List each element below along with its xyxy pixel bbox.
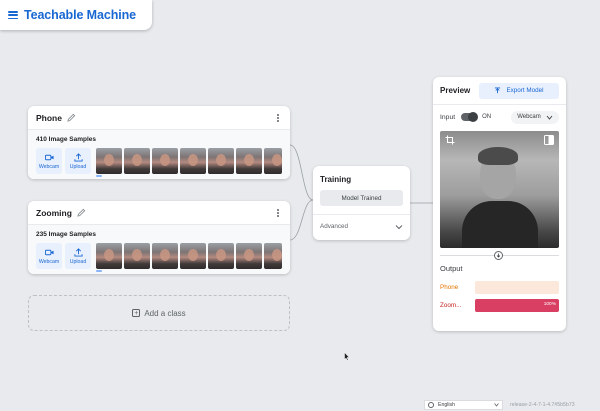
- upload-label: Upload: [69, 258, 87, 265]
- class-body: 410 Image Samples Webcam Upload: [28, 130, 290, 179]
- preview-header: Preview Export Model: [433, 77, 566, 105]
- sample-thumbnail[interactable]: [236, 243, 262, 269]
- sample-thumbnail[interactable]: [208, 243, 234, 269]
- flip-camera-icon[interactable]: [544, 135, 554, 145]
- add-class-label: Add a class: [144, 308, 186, 318]
- input-row: Input ON Webcam: [433, 105, 566, 129]
- globe-icon: [428, 402, 434, 408]
- webcam-label: Webcam: [38, 163, 60, 170]
- upload-button[interactable]: Upload: [65, 243, 91, 269]
- app-bar: Teachable Machine: [0, 0, 152, 30]
- confidence-bar: 100%: [475, 299, 559, 312]
- video-camera-icon: [44, 154, 54, 160]
- advanced-toggle[interactable]: Advanced: [313, 214, 410, 238]
- class-name[interactable]: Zooming: [36, 208, 72, 218]
- sample-thumbnail[interactable]: [264, 243, 282, 269]
- person-body: [462, 201, 538, 248]
- toggle-state-label: ON: [482, 114, 492, 120]
- confidence-percent: 100%: [543, 302, 556, 307]
- release-version: release-2-4-7-1-4.7#5b5b73: [510, 402, 575, 408]
- export-model-button[interactable]: Export Model: [479, 82, 559, 99]
- sample-thumbnail[interactable]: [124, 243, 150, 269]
- sample-thumbnail[interactable]: [152, 243, 178, 269]
- menu-icon[interactable]: [8, 11, 18, 19]
- sample-thumbnail[interactable]: [96, 243, 122, 269]
- sample-thumbnail[interactable]: [236, 148, 262, 174]
- class-card-zooming: Zooming 235 Image Samples Webcam Upload: [28, 201, 290, 274]
- output-row-phone: Phone: [433, 281, 566, 294]
- sample-thumbnail[interactable]: [208, 148, 234, 174]
- input-label: Input: [440, 113, 456, 121]
- source-row: Webcam Upload: [36, 148, 282, 177]
- webcam-preview: [440, 131, 559, 248]
- chevron-down-icon: [494, 403, 499, 407]
- source-row: Webcam Upload: [36, 243, 282, 272]
- person-hair: [478, 147, 518, 165]
- class-name[interactable]: Phone: [36, 113, 62, 123]
- training-title: Training: [320, 175, 352, 184]
- mouse-cursor-icon: [344, 352, 350, 361]
- language-value: English: [438, 402, 456, 408]
- preview-title: Preview: [440, 86, 471, 95]
- webcam-label: Webcam: [38, 258, 60, 265]
- class-header: Zooming: [28, 201, 290, 225]
- add-class-button[interactable]: + Add a class: [28, 295, 290, 331]
- webcam-button[interactable]: Webcam: [36, 243, 62, 269]
- sample-thumbnail[interactable]: [180, 148, 206, 174]
- sample-thumbnail[interactable]: [124, 148, 150, 174]
- preview-divider: [440, 251, 559, 260]
- sample-thumbnail[interactable]: [180, 243, 206, 269]
- advanced-label: Advanced: [320, 223, 349, 230]
- input-toggle[interactable]: [461, 112, 479, 122]
- sample-count: 235 Image Samples: [36, 231, 96, 238]
- language-select[interactable]: English: [424, 400, 503, 410]
- thumbnail-scrollbar[interactable]: [96, 175, 102, 177]
- thumbnail-scrollbar[interactable]: [96, 270, 102, 272]
- output-row-zooming: Zoom... 100%: [433, 299, 566, 312]
- upload-button[interactable]: Upload: [65, 148, 91, 174]
- add-box-icon: +: [132, 309, 141, 317]
- more-options-icon[interactable]: [274, 113, 282, 123]
- upload-icon: [73, 247, 83, 257]
- upload-icon: [73, 152, 83, 162]
- pencil-icon[interactable]: [77, 208, 86, 217]
- crop-icon[interactable]: [445, 135, 455, 145]
- more-options-icon[interactable]: [274, 208, 282, 218]
- class-body: 235 Image Samples Webcam Upload: [28, 225, 290, 274]
- train-model-button[interactable]: Model Trained: [320, 190, 403, 206]
- video-camera-icon: [44, 249, 54, 255]
- output-label: Zoom...: [440, 302, 462, 309]
- class-header: Phone: [28, 106, 290, 130]
- sample-thumbnail[interactable]: [96, 148, 122, 174]
- training-panel: Training Model Trained Advanced: [313, 166, 410, 240]
- class-card-phone: Phone 410 Image Samples Webcam Upload: [28, 106, 290, 179]
- output-label: Phone: [440, 284, 459, 291]
- pencil-icon[interactable]: [67, 113, 76, 122]
- app-title[interactable]: Teachable Machine: [24, 8, 136, 22]
- upload-label: Upload: [69, 163, 87, 170]
- sample-thumbnails[interactable]: [96, 148, 282, 177]
- sample-thumbnails[interactable]: [96, 243, 282, 272]
- sample-thumbnail[interactable]: [264, 148, 282, 174]
- chevron-down-icon: [546, 115, 553, 120]
- export-model-label: Export Model: [506, 87, 544, 94]
- preview-panel: Preview Export Model Input ON Webcam Out…: [433, 77, 566, 331]
- arrow-down-icon: [494, 251, 503, 260]
- sample-count: 410 Image Samples: [36, 136, 96, 143]
- input-source-select[interactable]: Webcam: [511, 110, 559, 124]
- export-icon: [495, 87, 501, 94]
- input-source-value: Webcam: [517, 114, 541, 120]
- confidence-bar: [475, 281, 559, 294]
- webcam-button[interactable]: Webcam: [36, 148, 62, 174]
- chevron-down-icon: [395, 224, 403, 229]
- sample-thumbnail[interactable]: [152, 148, 178, 174]
